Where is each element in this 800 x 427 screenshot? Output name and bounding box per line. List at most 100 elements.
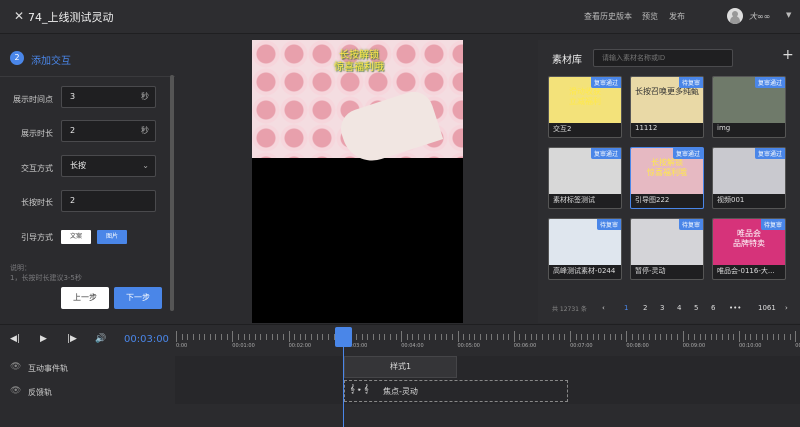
chevron-down-icon[interactable]: ▼: [786, 11, 791, 19]
play-icon[interactable]: ▶: [40, 334, 47, 344]
ruler-minor-tick: [305, 334, 307, 340]
ruler-minor-tick: [204, 334, 206, 340]
ruler-minor-tick: [564, 334, 566, 340]
next-page-icon[interactable]: ›: [785, 304, 788, 312]
page-number[interactable]: •••: [729, 304, 741, 312]
ruler-tick: [570, 331, 572, 342]
pagination: 共 12731 条 ‹ 1 2 3 4 5 6 ••• 1061 ›: [538, 302, 800, 316]
volume-icon[interactable]: 🔊: [95, 334, 106, 344]
playhead-handle[interactable]: [335, 327, 352, 347]
page-number[interactable]: 3: [660, 304, 664, 312]
ruler-minor-tick: [373, 334, 375, 340]
ruler-minor-tick: [722, 334, 724, 340]
material-card[interactable]: 复审通过 视频001: [712, 147, 786, 209]
interaction-select[interactable]: 长按 ⌄: [61, 155, 156, 177]
feedback-track-name: 反馈轨: [28, 388, 52, 397]
ruler-minor-tick: [496, 334, 498, 340]
event-clip[interactable]: 样式1: [344, 356, 457, 378]
show-time-input[interactable]: 3 秒: [61, 86, 156, 108]
page-number[interactable]: 2: [643, 304, 647, 312]
close-icon[interactable]: ✕: [14, 9, 24, 23]
review-status-badge: 复审通过: [754, 148, 785, 159]
material-card[interactable]: 长按解锁 惊喜福利哦 复审通过 引导图222: [630, 147, 704, 209]
ruler-minor-tick: [446, 334, 448, 340]
ruler-label: 00:10:00: [739, 343, 762, 349]
material-card[interactable]: 待复审 暂停-灵动: [630, 218, 704, 280]
eye-icon[interactable]: 👁: [10, 362, 21, 372]
material-library: 素材库 + 滑动收获 立减福利复审通过交互2长按召唤更多纯甄待复审11112复审…: [538, 40, 800, 323]
ruler-minor-tick: [429, 334, 431, 340]
ruler-minor-tick: [609, 334, 611, 340]
scrollbar[interactable]: [170, 75, 174, 311]
next-frame-icon[interactable]: |▶: [67, 334, 77, 344]
prev-page-icon[interactable]: ‹: [602, 304, 605, 312]
avatar[interactable]: [727, 8, 743, 24]
ruler-tick: [288, 331, 290, 342]
ruler-minor-tick: [575, 334, 577, 340]
page-number[interactable]: 6: [711, 304, 715, 312]
video-preview[interactable]: 长按解锁 惊喜福利哦: [252, 40, 463, 323]
ruler-label: 00:08:00: [626, 343, 649, 349]
thumbnail-text: 唯品会 品牌特卖: [733, 229, 765, 248]
prev-step-button[interactable]: 上一步: [61, 287, 109, 309]
ruler-minor-tick: [412, 334, 414, 340]
ruler-minor-tick: [615, 334, 617, 340]
page-number[interactable]: 5: [694, 304, 698, 312]
username[interactable]: 大∞∞: [749, 11, 770, 22]
prev-frame-icon[interactable]: ◀|: [10, 334, 20, 344]
ruler-minor-tick: [665, 334, 667, 340]
add-icon[interactable]: +: [782, 47, 794, 63]
event-track-lane[interactable]: [175, 356, 800, 380]
ruler-minor-tick: [474, 334, 476, 340]
ruler-minor-tick: [367, 334, 369, 340]
duration-value: 2: [70, 126, 76, 135]
material-name: 引导图222: [635, 196, 670, 204]
ruler-minor-tick: [778, 334, 780, 340]
next-step-button[interactable]: 下一步: [114, 287, 162, 309]
ruler-tick: [457, 331, 459, 342]
interaction-value: 长按: [70, 161, 86, 170]
material-card[interactable]: 唯品会 品牌特卖 待复审 唯品会-0116-大...: [712, 218, 786, 280]
ruler-minor-tick: [603, 334, 605, 340]
feedback-clip[interactable]: 𝄞 ꘎ 𝄞 焦点-灵动: [344, 380, 568, 402]
review-status-badge: 复审通过: [672, 148, 703, 159]
chevron-down-icon: ⌄: [142, 161, 149, 170]
duration-input[interactable]: 2 秒: [61, 120, 156, 142]
ruler-minor-tick: [215, 334, 217, 340]
view-history-link[interactable]: 查看历史版本: [584, 11, 632, 22]
material-name: 高峰测试素材-0244: [553, 267, 616, 275]
page-number[interactable]: 1: [624, 304, 628, 312]
material-card[interactable]: 滑动收获 立减福利 复审通过 交互2: [548, 76, 622, 138]
preview-link[interactable]: 预览: [642, 11, 658, 22]
ruler-minor-tick: [468, 334, 470, 340]
ruler-minor-tick: [361, 334, 363, 340]
page-number[interactable]: 4: [677, 304, 681, 312]
material-card[interactable]: 待复审 高峰测试素材-0244: [548, 218, 622, 280]
ruler-minor-tick: [772, 334, 774, 340]
search-input[interactable]: [593, 49, 733, 67]
ruler-label: 00:05:00: [457, 343, 480, 349]
publish-link[interactable]: 发布: [669, 11, 685, 22]
guide-image-button[interactable]: 图片: [97, 230, 127, 244]
ruler-minor-tick: [620, 334, 622, 340]
ruler-minor-tick: [356, 334, 358, 340]
ruler-minor-tick: [637, 334, 639, 340]
ruler-minor-tick: [716, 334, 718, 340]
material-card[interactable]: 复审通过 素材标签测试: [548, 147, 622, 209]
clip-thumbnail-icon: 𝄞 ꘎ 𝄞: [350, 384, 369, 393]
ruler-minor-tick: [192, 334, 194, 340]
material-card[interactable]: 长按召唤更多纯甄 待复审 11112: [630, 76, 704, 138]
eye-icon[interactable]: 👁: [10, 386, 21, 396]
ruler-minor-tick: [688, 334, 690, 340]
ruler-minor-tick: [693, 334, 695, 340]
time-ruler[interactable]: 0:00 00:01:00 00:02:00 00:03:00 00:04:00 00:0…: [175, 325, 800, 353]
guide-text-button[interactable]: 文案: [61, 230, 91, 244]
ruler-label: 00:04:00: [401, 343, 424, 349]
ruler-minor-tick: [451, 334, 453, 340]
press-duration-input[interactable]: 2: [61, 190, 156, 212]
material-card[interactable]: 复审通过 img: [712, 76, 786, 138]
ruler-minor-tick: [789, 334, 791, 340]
hand-image: [335, 86, 444, 169]
ruler-label: 00:06:00: [513, 343, 537, 349]
page-number[interactable]: 1061: [758, 304, 776, 312]
